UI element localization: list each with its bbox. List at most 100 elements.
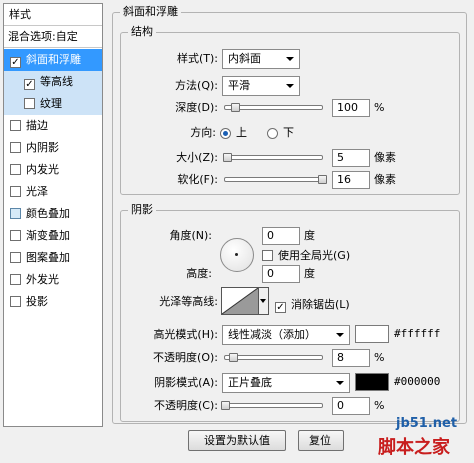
angle-input[interactable]: 0 [262,227,300,245]
technique-label: 方法(Q): [175,79,218,92]
highlight-opacity-unit: % [374,351,385,364]
satin-checkbox[interactable] [10,186,21,197]
style-item-label: 内发光 [26,163,59,176]
shadow-opacity-thumb[interactable] [221,401,230,410]
outer-glow-checkbox[interactable] [10,274,21,285]
bevel-emboss-title: 斜面和浮雕 [120,5,181,19]
inner-shadow-checkbox[interactable] [10,142,21,153]
color-overlay-checkbox[interactable] [10,208,21,219]
inner-glow-checkbox[interactable] [10,164,21,175]
soften-label: 软化(F): [177,173,218,186]
angle-label: 角度(N): [169,229,212,242]
angle-unit: 度 [304,229,315,242]
altitude-input[interactable]: 0 [262,265,300,283]
technique-dropdown-value: 平滑 [228,79,250,92]
shadow-opacity-track[interactable] [224,403,323,408]
bevel-emboss-checkbox[interactable] [10,57,21,68]
style-item-label: 图案叠加 [26,251,70,264]
style-item-label: 外发光 [26,273,59,286]
watermark-brand: 脚本之家 [378,437,450,458]
styles-list-header: 样式 [4,4,102,26]
chevron-down-icon [336,381,344,385]
shadow-color-swatch[interactable] [355,373,389,391]
stroke-checkbox[interactable] [10,120,21,131]
highlight-opacity-thumb[interactable] [228,353,238,362]
soften-input[interactable]: 16 [332,171,370,189]
shadow-opacity-input[interactable]: 0 [332,397,370,415]
shadow-mode-label: 阴影模式(A): [154,376,218,389]
size-unit: 像素 [374,151,396,164]
style-item-stroke[interactable]: 描边 [4,115,102,137]
reset-default-button[interactable]: 复位 [298,430,344,451]
soften-unit: 像素 [374,173,396,186]
depth-unit: % [374,101,385,114]
direction-label: 方向: [190,126,216,139]
highlight-mode-label: 高光模式(H): [153,328,218,341]
style-item-label: 描边 [26,119,48,132]
style-item-texture[interactable]: 纹理 [4,93,102,115]
style-item-color-overlay[interactable]: 颜色叠加 [4,203,102,225]
style-item-label: 等高线 [40,75,73,88]
contour-curve-icon [222,288,258,314]
gradient-overlay-checkbox[interactable] [10,230,21,241]
size-slider-thumb[interactable] [222,153,232,162]
soften-slider-track[interactable] [224,177,323,182]
direction-down-radio[interactable] [267,128,278,139]
style-item-satin[interactable]: 光泽 [4,181,102,203]
style-dropdown[interactable]: 内斜面 [222,49,300,69]
highlight-mode-value: 线性减淡（添加） [228,328,316,341]
gloss-contour-dropdown[interactable] [259,287,269,315]
angle-dial[interactable] [220,238,254,272]
style-item-label: 光泽 [26,185,48,198]
texture-checkbox[interactable] [24,98,35,109]
highlight-opacity-input[interactable]: 8 [332,349,370,367]
style-item-label: 纹理 [40,97,62,110]
global-light-checkbox[interactable] [262,250,273,261]
style-item-inner-shadow[interactable]: 内阴影 [4,137,102,159]
style-item-outer-glow[interactable]: 外发光 [4,269,102,291]
soften-slider-thumb[interactable] [318,175,327,184]
direction-up-radio[interactable] [220,128,231,139]
style-item-drop-shadow[interactable]: 投影 [4,291,102,313]
shading-title: 阴影 [128,203,156,217]
shadow-mode-dropdown[interactable]: 正片叠底 [222,373,350,393]
style-item-bevel-emboss[interactable]: 斜面和浮雕 [4,49,102,71]
highlight-opacity-track[interactable] [224,355,323,360]
blending-options-item[interactable]: 混合选项:自定 [4,26,102,48]
gloss-contour-preview[interactable] [221,287,259,315]
highlight-mode-dropdown[interactable]: 线性减淡（添加） [222,325,350,345]
anti-aliased-option[interactable]: 消除锯齿(L) [275,296,350,313]
style-dropdown-value: 内斜面 [228,52,261,65]
technique-dropdown[interactable]: 平滑 [222,76,300,96]
shadow-opacity-unit: % [374,399,385,412]
style-label: 样式(T): [176,52,218,65]
depth-label: 深度(D): [175,101,218,114]
highlight-color-hex: #ffffff [394,327,441,340]
style-item-contour[interactable]: 等高线 [4,71,102,93]
watermark-site: jb51.net [396,416,458,431]
shadow-mode-value: 正片叠底 [228,376,272,389]
drop-shadow-checkbox[interactable] [10,296,21,307]
contour-checkbox[interactable] [24,79,35,90]
gloss-contour-label: 光泽等高线: [159,295,218,308]
pattern-overlay-checkbox[interactable] [10,252,21,263]
direction-up-label: 上 [236,126,247,139]
size-slider-track[interactable] [224,155,323,160]
style-item-gradient-overlay[interactable]: 渐变叠加 [4,225,102,247]
style-item-inner-glow[interactable]: 内发光 [4,159,102,181]
shadow-opacity-label: 不透明度(C): [154,399,218,412]
size-input[interactable]: 5 [332,149,370,167]
structure-title: 结构 [128,25,156,39]
depth-slider-thumb[interactable] [230,103,240,112]
styles-list-panel: 样式 混合选项:自定 斜面和浮雕 等高线 纹理 描边 内阴影 内发光 光泽 颜色… [3,3,103,427]
depth-input[interactable]: 100 [332,99,370,117]
global-light-option[interactable]: 使用全局光(G) [262,247,350,263]
shadow-color-hex: #000000 [394,375,441,388]
chevron-down-icon [286,57,294,61]
chevron-down-icon [336,333,344,337]
anti-aliased-checkbox[interactable] [275,302,286,313]
highlight-color-swatch[interactable] [355,325,389,343]
make-default-button[interactable]: 设置为默认值 [188,430,286,451]
style-item-label: 投影 [26,295,48,308]
style-item-pattern-overlay[interactable]: 图案叠加 [4,247,102,269]
